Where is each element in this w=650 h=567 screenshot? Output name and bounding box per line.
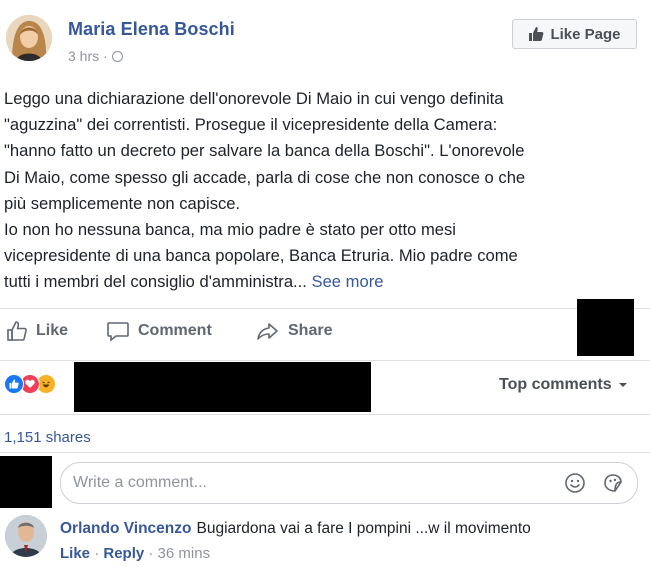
- divider: [0, 308, 650, 309]
- caret-down-icon: [618, 383, 627, 387]
- see-more-link[interactable]: See more: [312, 272, 384, 291]
- post-line: Leggo una dichiarazione dell'onorevole D…: [4, 89, 504, 108]
- post-line: Io non ho nessuna banca, ma mio padre è …: [4, 220, 456, 240]
- post-time[interactable]: 3 hrs ·: [68, 48, 108, 64]
- thumbs-up-icon: [529, 27, 544, 41]
- like-button[interactable]: Like: [6, 320, 68, 342]
- sticker-icon[interactable]: [602, 472, 624, 494]
- redaction-block: [74, 362, 371, 412]
- page-name[interactable]: Maria Elena Boschi: [68, 19, 235, 40]
- top-comments-label: Top comments: [499, 376, 612, 393]
- emoji-icon[interactable]: [564, 472, 586, 494]
- post-line: "hanno fatto un decreto per salvare la b…: [4, 141, 525, 161]
- comment-actions: Like · Reply · 36 mins: [60, 545, 210, 562]
- post-meta: 3 hrs ·: [68, 48, 123, 64]
- action-bar: Like Comment Share: [0, 316, 650, 350]
- divider: [0, 452, 650, 453]
- like-label: Like: [36, 322, 69, 339]
- share-icon: [257, 323, 278, 340]
- comment-line: Orlando Vincenzo Bugiardona vai a fare I …: [60, 520, 531, 538]
- comment-button[interactable]: Comment: [106, 320, 212, 342]
- like-icon: [7, 321, 27, 341]
- comment-input[interactable]: Write a comment...: [60, 462, 638, 504]
- post-line: "aguzzina" dei correntisti. Prosegue il …: [4, 115, 498, 135]
- like-page-button[interactable]: Like Page: [512, 19, 637, 49]
- share-button[interactable]: Share: [256, 320, 332, 342]
- reactions-summary[interactable]: [4, 374, 56, 394]
- facebook-post: Maria Elena Boschi 3 hrs · Like Page Leg…: [0, 0, 650, 567]
- comment-time[interactable]: · 36 mins: [148, 545, 210, 562]
- post-line: vicepresidente di una banca popolare, Ba…: [4, 246, 518, 266]
- like-page-label: Like Page: [550, 25, 621, 43]
- meta-separator: ·: [94, 545, 100, 562]
- like-reaction-icon: [4, 374, 24, 394]
- post-line-last: tutti i membri del consiglio d'amministr…: [4, 269, 644, 295]
- share-label: Share: [288, 322, 333, 339]
- divider: [0, 414, 650, 415]
- top-comments-dropdown[interactable]: Top comments: [499, 376, 628, 394]
- redaction-block: [0, 456, 52, 508]
- comment-author[interactable]: Orlando Vincenzo: [60, 520, 192, 537]
- globe-icon: [111, 50, 123, 62]
- profile-photo-icon: [5, 515, 47, 557]
- comment-placeholder: Write a comment...: [73, 474, 207, 491]
- comment-reply-link[interactable]: Reply: [103, 545, 144, 562]
- comment-like-link[interactable]: Like: [60, 545, 90, 562]
- post-line: tutti i membri del consiglio d'amministr…: [4, 272, 307, 292]
- page-avatar[interactable]: [6, 15, 52, 61]
- comment-label: Comment: [138, 322, 212, 339]
- post-line: Di Maio, come spesso gli accade, parla d…: [4, 167, 526, 187]
- shares-count[interactable]: 1,151 shares: [4, 429, 91, 446]
- divider: [0, 360, 650, 361]
- redaction-block: [577, 299, 634, 356]
- comment-text: Bugiardona vai a fare I pompini ...w il …: [196, 520, 531, 537]
- comment-icon: [107, 322, 129, 342]
- post-body: Leggo una dichiarazione dell'onorevole D…: [4, 86, 644, 296]
- post-line: più semplicemente non capisce.: [4, 193, 241, 213]
- commenter-avatar[interactable]: [5, 515, 47, 557]
- profile-photo-icon: [6, 15, 52, 61]
